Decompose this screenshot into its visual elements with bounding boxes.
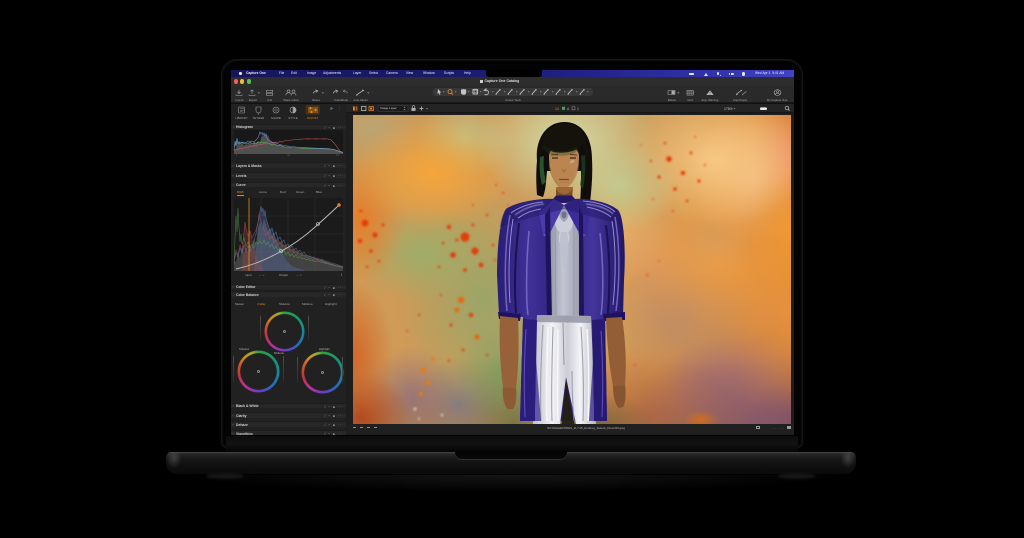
svg-text:A: A xyxy=(567,106,570,110)
svg-text:176%: 176% xyxy=(724,106,733,110)
svg-text:1: 1 xyxy=(577,106,579,110)
svg-text:14: 14 xyxy=(555,106,559,110)
